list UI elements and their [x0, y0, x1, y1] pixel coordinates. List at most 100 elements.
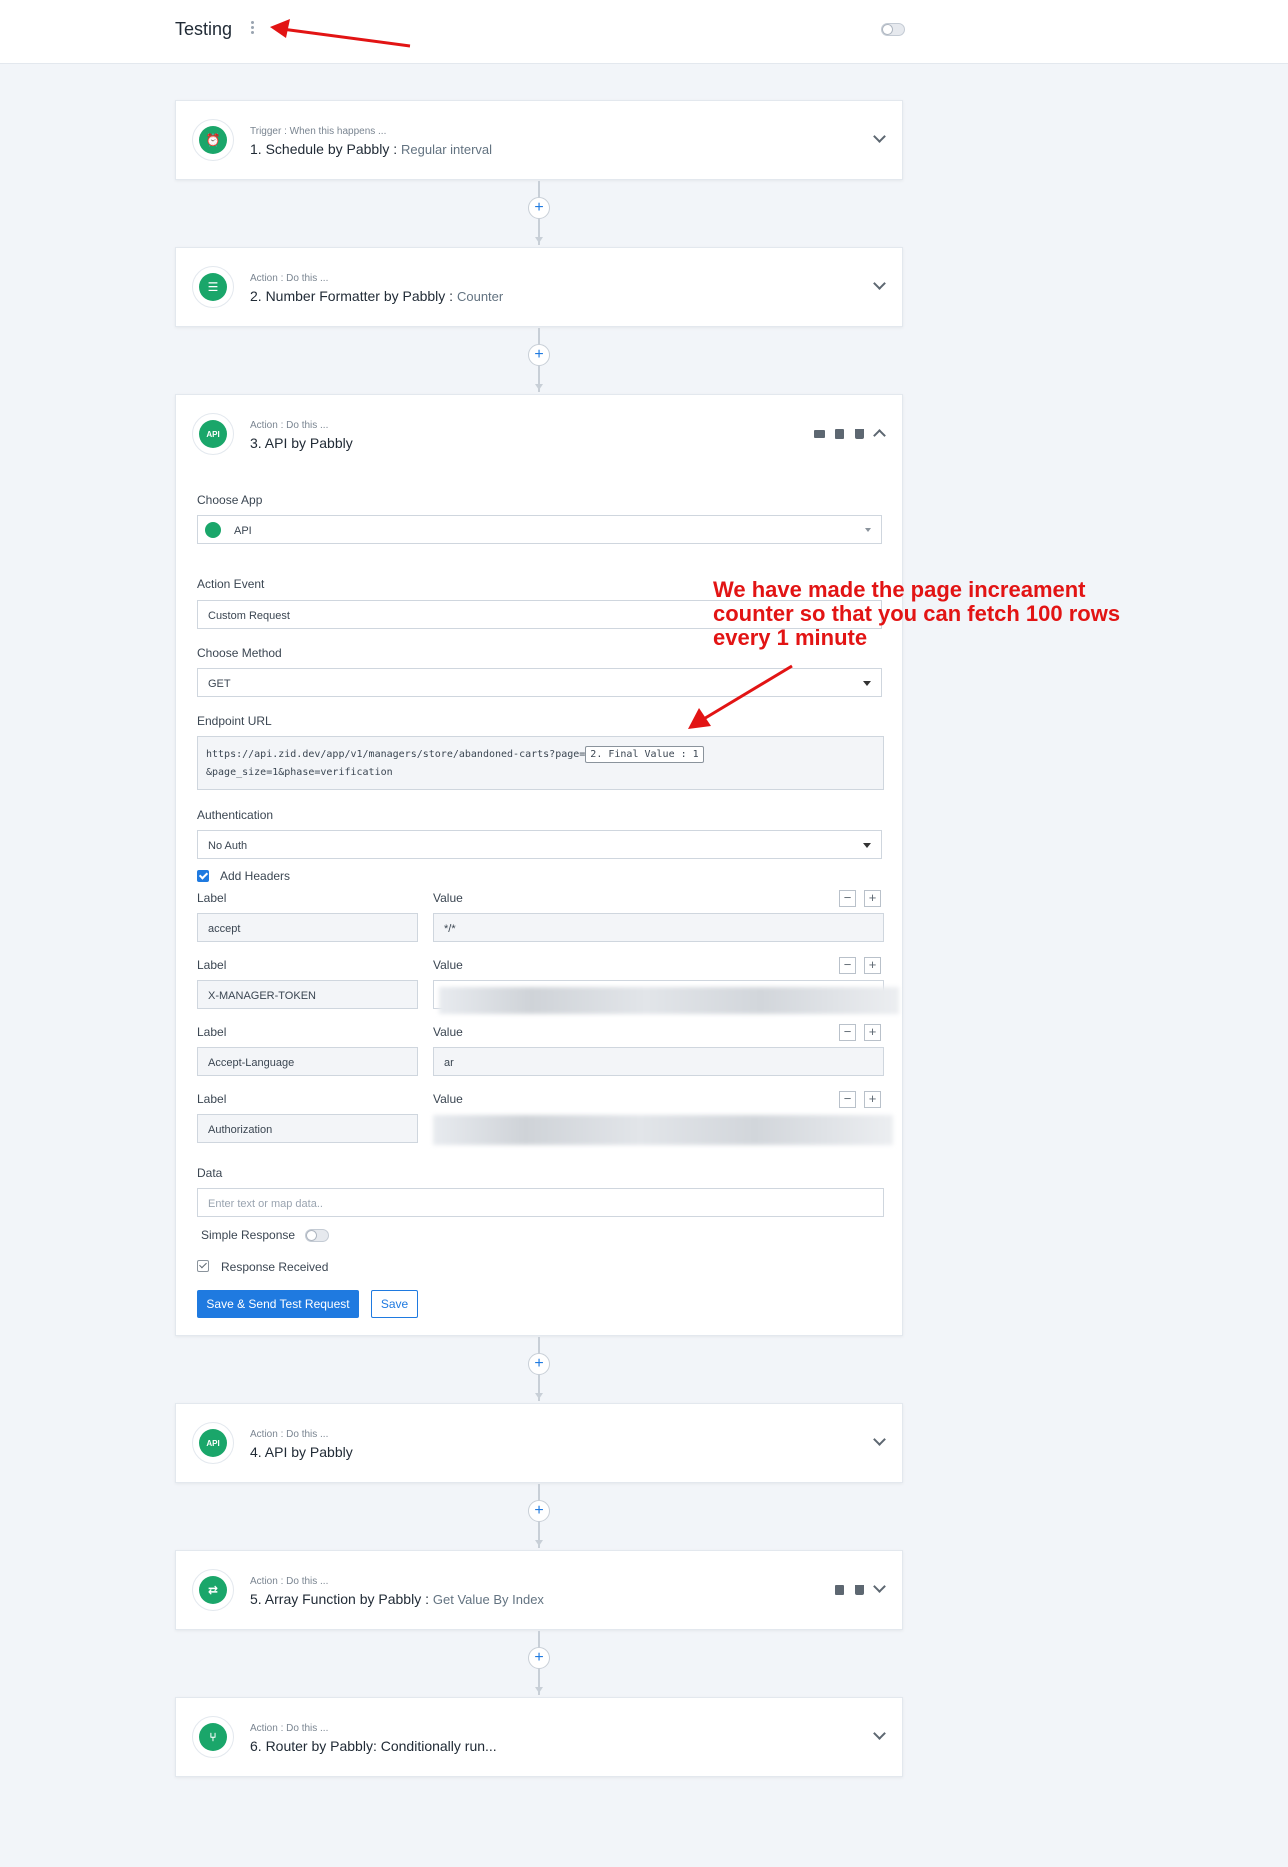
step-header-6[interactable]: ⑂ Action : Do this ... 6. Router by Pabb… — [176, 1698, 902, 1776]
connector-arrow — [535, 1540, 543, 1546]
chevron-down-icon[interactable] — [873, 1433, 886, 1446]
chevron-down-icon[interactable] — [873, 130, 886, 143]
action-event-label: Action Event — [197, 577, 265, 591]
step-card-2: ☰ Action : Do this ... 2. Number Formatt… — [175, 247, 903, 327]
endpoint-url-input[interactable]: https://api.zid.dev/app/v1/managers/stor… — [197, 736, 884, 790]
step-card-1: ⏰ Trigger : When this happens ... 1. Sch… — [175, 100, 903, 180]
action-event-value: Custom Request — [208, 610, 290, 622]
annotation-text: We have made the page increament counter… — [713, 577, 1121, 650]
remove-header-button[interactable]: − — [839, 957, 856, 974]
step-title: 6. Router by Pabbly: Conditionally run..… — [250, 1738, 497, 1754]
header-label-caption: Label — [197, 891, 227, 905]
caret-down-icon — [863, 681, 871, 686]
add-step-button[interactable]: + — [528, 1647, 550, 1669]
step-kind: Trigger : When this happens ... — [250, 126, 387, 137]
step-kind: Action : Do this ... — [250, 420, 329, 431]
endpoint-url-label: Endpoint URL — [197, 714, 272, 728]
header-value-caption: Value — [433, 958, 463, 972]
step-header-1[interactable]: ⏰ Trigger : When this happens ... 1. Sch… — [176, 101, 902, 179]
authentication-select[interactable]: No Auth — [197, 830, 882, 859]
step-title-main: 5. Array Function by Pabbly : — [250, 1591, 429, 1607]
array-function-icon: ⇄ — [192, 1569, 234, 1611]
redacted-token-blur — [433, 1115, 893, 1145]
step-header-2[interactable]: ☰ Action : Do this ... 2. Number Formatt… — [176, 248, 902, 326]
add-step-button[interactable]: + — [528, 1353, 550, 1375]
annotation-arrow-top — [270, 19, 411, 48]
remove-header-button[interactable]: − — [839, 890, 856, 907]
connector-arrow — [535, 1687, 543, 1693]
step-card-6: ⑂ Action : Do this ... 6. Router by Pabb… — [175, 1697, 903, 1777]
header-value-input[interactable]: */* — [433, 913, 884, 942]
header-value-input[interactable]: ar — [433, 1047, 884, 1076]
choose-app-select[interactable]: API — [197, 515, 882, 544]
header-label-caption: Label — [197, 958, 227, 972]
chevron-down-icon[interactable] — [873, 1727, 886, 1740]
header-label-input[interactable]: X-MANAGER-TOKEN — [197, 980, 418, 1009]
step-title: 2. Number Formatter by Pabbly : Counter — [250, 288, 503, 304]
header-label-caption: Label — [197, 1092, 227, 1106]
endpoint-url-part2: &page_size=1&phase=verification — [206, 767, 393, 778]
add-step-button[interactable]: + — [528, 197, 550, 219]
step-kind: Action : Do this ... — [250, 1576, 329, 1587]
header-label-input[interactable]: Authorization — [197, 1114, 418, 1143]
chevron-down-icon[interactable] — [873, 1580, 886, 1593]
save-send-test-button[interactable]: Save & Send Test Request — [197, 1290, 359, 1318]
step-subtitle: Get Value By Index — [432, 1592, 544, 1607]
chevron-down-icon[interactable] — [873, 277, 886, 290]
copy-icon[interactable] — [835, 429, 844, 439]
workflow-toggle[interactable] — [881, 23, 905, 36]
header-value-caption: Value — [433, 1025, 463, 1039]
step-subtitle: Regular interval — [401, 142, 493, 157]
api-icon: API — [192, 413, 234, 455]
remove-header-button[interactable]: − — [839, 1024, 856, 1041]
header-value-caption: Value — [433, 891, 463, 905]
header-label-input[interactable]: accept — [197, 913, 418, 942]
add-header-button[interactable]: + — [864, 1091, 881, 1108]
add-header-button[interactable]: + — [864, 957, 881, 974]
response-received-checkbox[interactable] — [197, 1260, 209, 1272]
simple-response-toggle[interactable] — [305, 1229, 329, 1242]
trash-icon[interactable] — [855, 429, 864, 439]
remove-header-button[interactable]: − — [839, 1091, 856, 1108]
step-title: 3. API by Pabbly — [250, 435, 353, 451]
authentication-label: Authentication — [197, 808, 274, 822]
step-header-4[interactable]: API Action : Do this ... 4. API by Pabbl… — [176, 1404, 902, 1482]
kebab-menu-icon[interactable] — [248, 20, 256, 38]
data-input[interactable]: Enter text or map data.. — [197, 1188, 884, 1217]
api-icon-label: API — [199, 1429, 227, 1457]
list-format-icon: ☰ — [192, 266, 234, 308]
step-title: 5. Array Function by Pabbly : Get Value … — [250, 1591, 544, 1607]
response-received-label: Response Received — [221, 1260, 329, 1274]
step-header-3[interactable]: API Action : Do this ... 3. API by Pabbl… — [176, 395, 902, 473]
video-icon[interactable] — [814, 430, 825, 438]
caret-down-icon — [863, 843, 871, 848]
add-headers-checkbox[interactable] — [197, 870, 209, 882]
choose-app-value: API — [234, 525, 252, 537]
step-header-5[interactable]: ⇄ Action : Do this ... 5. Array Function… — [176, 1551, 902, 1629]
authentication-value: No Auth — [208, 840, 248, 852]
add-step-button[interactable]: + — [528, 1500, 550, 1522]
step-kind: Action : Do this ... — [250, 1723, 329, 1734]
add-header-button[interactable]: + — [864, 890, 881, 907]
simple-response-label: Simple Response — [201, 1228, 296, 1242]
workflow-title[interactable]: Testing — [175, 19, 232, 40]
connector-arrow — [535, 384, 543, 390]
step-card-5: ⇄ Action : Do this ... 5. Array Function… — [175, 1550, 903, 1630]
step-title-main: 1. Schedule by Pabbly : — [250, 141, 398, 157]
header-value-caption: Value — [433, 1092, 463, 1106]
chevron-up-icon[interactable] — [873, 429, 886, 442]
redacted-token-blur — [439, 987, 899, 1014]
add-step-button[interactable]: + — [528, 344, 550, 366]
mapped-value-token[interactable]: 2. Final Value : 1 — [585, 746, 704, 763]
step-title: 4. API by Pabbly — [250, 1444, 353, 1460]
save-button[interactable]: Save — [371, 1290, 418, 1318]
choose-app-label: Choose App — [197, 493, 263, 507]
step-subtitle: Counter — [456, 289, 504, 304]
add-header-button[interactable]: + — [864, 1024, 881, 1041]
annotation-arrow-endpoint — [688, 664, 793, 729]
copy-icon[interactable] — [835, 1585, 844, 1595]
api-icon: API — [192, 1422, 234, 1464]
step-title: 1. Schedule by Pabbly : Regular interval — [250, 141, 492, 157]
trash-icon[interactable] — [855, 1585, 864, 1595]
header-label-input[interactable]: Accept-Language — [197, 1047, 418, 1076]
